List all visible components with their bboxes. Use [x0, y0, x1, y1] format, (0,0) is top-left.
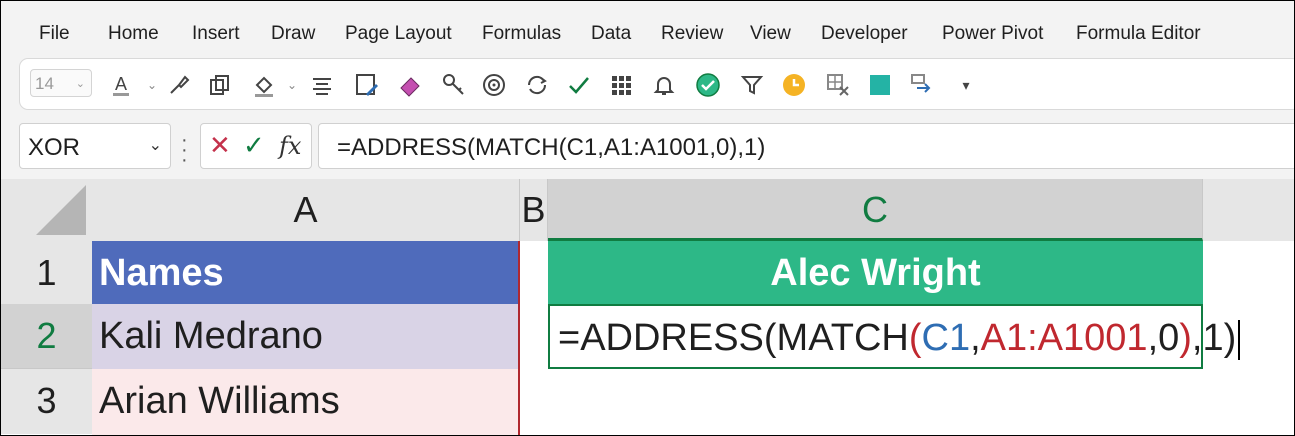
clock-icon[interactable]: [780, 71, 808, 99]
chevron-down-icon[interactable]: ⌄: [278, 71, 306, 99]
formula-open-paren: (: [908, 317, 922, 359]
more-vertical-icon[interactable]: · · ·: [181, 130, 188, 170]
cell-c2-editing[interactable]: =ADDRESS(MATCH(C1,A1:A1001,0),1): [548, 304, 1241, 369]
formula-close-paren: ): [1179, 317, 1192, 359]
tab-page-layout[interactable]: Page Layout: [345, 23, 452, 45]
swap-icon[interactable]: [908, 71, 936, 99]
cell-a2[interactable]: Kali Medrano: [92, 304, 518, 369]
select-all-button[interactable]: [1, 179, 92, 241]
column-header-d[interactable]: [1203, 179, 1294, 241]
tab-developer[interactable]: Developer: [821, 23, 908, 45]
save-edit-icon[interactable]: [353, 71, 381, 99]
formula-text: =ADDRESS(MATCH(C1,A1:A1001,0),1): [337, 134, 766, 161]
check-circle-icon[interactable]: [694, 71, 722, 99]
name-box[interactable]: XOR ⌄: [19, 123, 171, 169]
spreadsheet-grid: A B C 1 2 3 Names Kali Medrano Arian Wil…: [1, 179, 1294, 435]
grid-icon[interactable]: [608, 71, 636, 99]
row-header-1[interactable]: 1: [1, 241, 92, 306]
cell-c1[interactable]: Alec Wright: [548, 241, 1203, 304]
column-header-b[interactable]: B: [520, 179, 548, 241]
formula-suffix: ,1): [1191, 317, 1237, 359]
bell-icon[interactable]: [650, 71, 678, 99]
tab-formulas[interactable]: Formulas: [482, 23, 561, 45]
tab-home[interactable]: Home: [108, 23, 159, 45]
tab-insert[interactable]: Insert: [192, 23, 240, 45]
align-icon[interactable]: [308, 71, 336, 99]
teal-square-icon[interactable]: [866, 71, 894, 99]
formula-ref-range: A1:A1001: [980, 317, 1148, 359]
row-header-2[interactable]: 2: [1, 304, 92, 369]
cancel-icon[interactable]: ✕: [209, 130, 231, 161]
formula-input[interactable]: =ADDRESS(MATCH(C1,A1:A1001,0),1): [318, 123, 1294, 169]
more-icon[interactable]: ▾: [952, 71, 980, 99]
target-icon[interactable]: [480, 71, 508, 99]
formula-buttons: ✕ ✓ fx: [200, 123, 312, 169]
formula-ref-c1: C1: [921, 317, 971, 359]
cell-a3[interactable]: Arian Williams: [92, 369, 518, 435]
clear-table-icon[interactable]: [824, 71, 852, 99]
copy-icon[interactable]: [206, 71, 234, 99]
tab-power-pivot[interactable]: Power Pivot: [942, 23, 1043, 45]
tab-formula-editor[interactable]: Formula Editor: [1076, 23, 1201, 45]
fill-color-icon[interactable]: [250, 71, 278, 99]
column-b-cells[interactable]: [520, 241, 548, 435]
tab-data[interactable]: Data: [591, 23, 631, 45]
chevron-down-icon[interactable]: ⌄: [138, 71, 166, 99]
font-size-select[interactable]: 14 ⌄: [30, 69, 92, 97]
column-border: [518, 241, 520, 435]
svg-text:A: A: [115, 74, 127, 94]
name-box-value: XOR: [28, 134, 81, 161]
column-header-c[interactable]: C: [548, 179, 1203, 241]
row-header-3[interactable]: 3: [1, 369, 92, 434]
filter-icon[interactable]: [738, 71, 766, 99]
font-size-value: 14: [35, 74, 54, 93]
formula-prefix: =ADDRESS(MATCH: [558, 317, 909, 359]
insert-function-icon[interactable]: fx: [279, 132, 301, 160]
chevron-down-icon: ⌄: [75, 78, 85, 90]
key-icon[interactable]: [440, 71, 468, 99]
formula-comma: ,: [970, 317, 981, 359]
eraser-icon[interactable]: [396, 71, 424, 99]
excel-window: File Home Insert Draw Page Layout Formul…: [0, 0, 1295, 436]
column-header-a[interactable]: A: [92, 179, 520, 241]
tab-file[interactable]: File: [39, 23, 70, 45]
tab-view[interactable]: View: [750, 23, 791, 45]
checkmark-icon[interactable]: [565, 71, 593, 99]
tab-draw[interactable]: Draw: [271, 23, 315, 45]
cell-a1[interactable]: Names: [92, 241, 518, 304]
chevron-down-icon[interactable]: ⌄: [149, 135, 162, 155]
refresh-icon[interactable]: [523, 71, 551, 99]
tab-review[interactable]: Review: [661, 23, 723, 45]
quick-toolbar: 14 ⌄ A ⌄ ⌄ ▾: [19, 58, 1294, 110]
enter-icon[interactable]: ✓: [243, 130, 265, 161]
formula-match-type: ,0: [1147, 317, 1180, 359]
ribbon-tabs: File Home Insert Draw Page Layout Formul…: [1, 1, 1294, 63]
format-painter-icon[interactable]: [165, 71, 193, 99]
text-cursor: [1238, 319, 1241, 360]
font-color-icon[interactable]: A: [108, 71, 136, 99]
